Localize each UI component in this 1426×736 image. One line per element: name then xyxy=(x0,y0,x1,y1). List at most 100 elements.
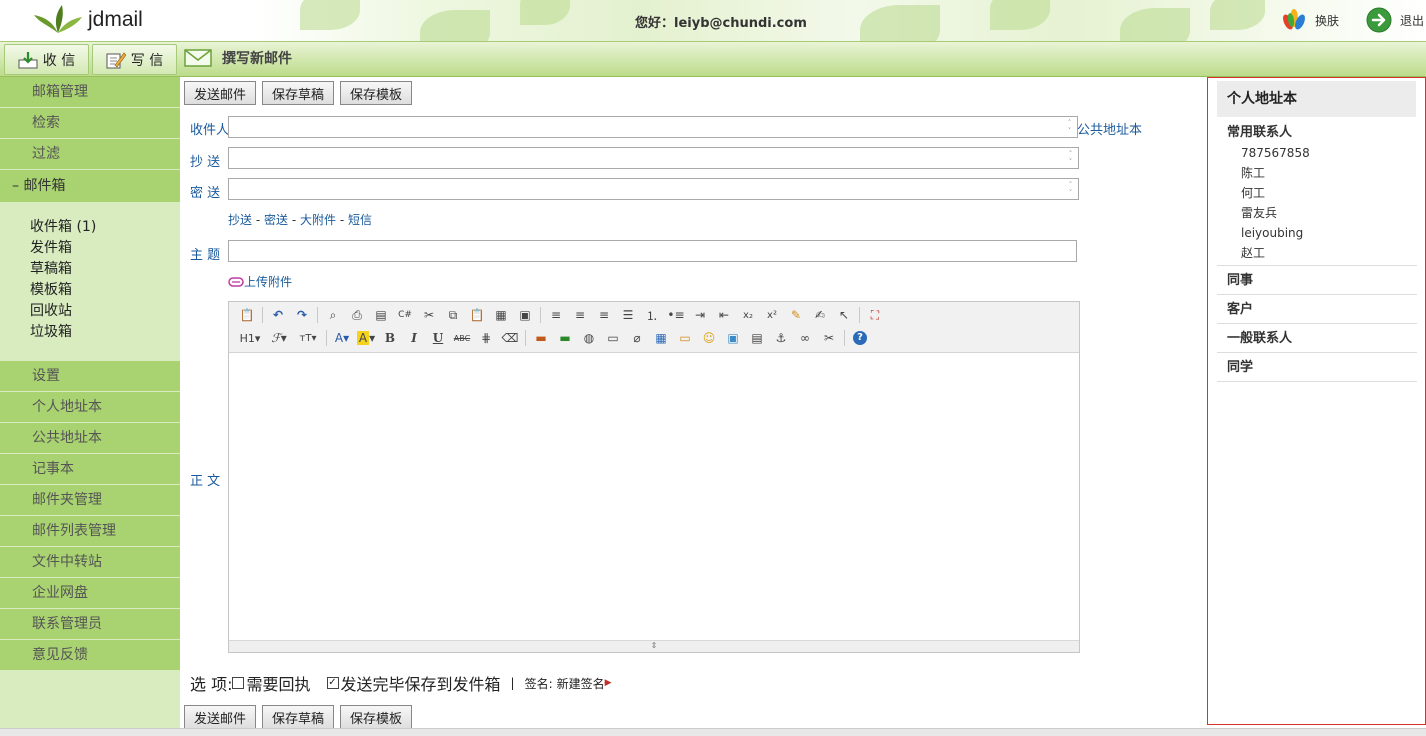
print-icon[interactable]: ⎙ xyxy=(345,305,369,325)
italic-icon[interactable]: I xyxy=(402,328,426,348)
contact-item[interactable]: 何工 xyxy=(1217,183,1417,203)
link-icon[interactable]: ∞ xyxy=(793,328,817,348)
bcc-scroll-icon[interactable]: ˄ ˅ xyxy=(1066,181,1075,197)
align-center-icon[interactable]: ≡ xyxy=(568,305,592,325)
logout-button[interactable]: 退出 xyxy=(1366,7,1424,33)
copy-icon[interactable]: ⧉ xyxy=(441,305,465,325)
sidebar-item-personal-address-book[interactable]: 个人地址本 xyxy=(0,392,180,423)
insert-image-icon[interactable]: ▬ xyxy=(529,328,553,348)
contact-item[interactable]: 赵工 xyxy=(1217,243,1417,263)
justify-icon[interactable]: ☰ xyxy=(616,305,640,325)
group-classmates[interactable]: 同学 xyxy=(1217,353,1417,382)
public-address-book-link[interactable]: 公共地址本 xyxy=(1077,119,1142,138)
font-size-icon[interactable]: тT▾ xyxy=(293,328,323,348)
sidebar-item-file-transfer[interactable]: 文件中转站 xyxy=(0,547,180,578)
add-bcc-link[interactable]: 密送 xyxy=(264,213,288,227)
sms-link[interactable]: 短信 xyxy=(348,213,372,227)
sidebar-item-settings[interactable]: 设置 xyxy=(0,361,180,392)
source-icon[interactable]: 📋 xyxy=(235,305,259,325)
sidebar-item-notepad[interactable]: 记事本 xyxy=(0,454,180,485)
group-general[interactable]: 一般联系人 xyxy=(1217,324,1417,353)
bold-icon[interactable]: B xyxy=(378,328,402,348)
contact-item[interactable]: 雷友兵 xyxy=(1217,203,1417,223)
receive-button[interactable]: 收 信 xyxy=(4,44,89,75)
to-scroll-icon[interactable]: ˄ ˅ xyxy=(1065,119,1074,135)
paste-icon[interactable]: 📋 xyxy=(465,305,489,325)
paste-text-icon[interactable]: ▦ xyxy=(489,305,513,325)
attach-icon[interactable]: ⌀ xyxy=(625,328,649,348)
undo-icon[interactable]: ↶ xyxy=(266,305,290,325)
redo-icon[interactable]: ↷ xyxy=(290,305,314,325)
contact-item[interactable]: 787567858 xyxy=(1217,143,1417,163)
sidebar-section-mailbox[interactable]: – 邮件箱 xyxy=(0,170,180,203)
heading-icon[interactable]: H1▾ xyxy=(235,328,265,348)
send-button-top[interactable]: 发送邮件 xyxy=(184,81,257,105)
outdent-icon[interactable]: ⇤ xyxy=(712,305,736,325)
save-draft-button-bottom[interactable]: 保存草稿 xyxy=(262,705,335,729)
multi-image-icon[interactable]: ▬ xyxy=(553,328,577,348)
contact-item[interactable]: leiyoubing xyxy=(1217,223,1417,243)
insert-row-icon[interactable]: ▭ xyxy=(673,328,697,348)
strikethrough-icon[interactable]: ABC xyxy=(450,328,474,348)
superscript-icon[interactable]: x² xyxy=(760,305,784,325)
help-icon[interactable]: ? xyxy=(848,328,872,348)
subject-input[interactable] xyxy=(228,240,1077,262)
font-color-icon[interactable]: A▾ xyxy=(330,328,354,348)
bcc-input[interactable]: ˄ ˅ xyxy=(228,178,1079,200)
clear-format-icon[interactable]: ✎ xyxy=(784,305,808,325)
skin-button[interactable]: 换肤 xyxy=(1281,8,1339,32)
eraser-icon[interactable]: ⌫ xyxy=(498,328,522,348)
to-input[interactable]: ˄ ˅ xyxy=(228,116,1078,138)
ordered-list-icon[interactable]: ⒈ xyxy=(640,305,664,325)
sidebar-item-search[interactable]: 检索 xyxy=(0,108,180,139)
flash-icon[interactable]: ◍ xyxy=(577,328,601,348)
editor-content-area[interactable] xyxy=(229,353,1079,641)
fullscreen-icon[interactable]: ⛶ xyxy=(863,305,887,325)
sidebar-item-public-address-book[interactable]: 公共地址本 xyxy=(0,423,180,454)
save-template-button-top[interactable]: 保存模板 xyxy=(340,81,413,105)
save-template-button-bottom[interactable]: 保存模板 xyxy=(340,705,413,729)
receipt-checkbox[interactable] xyxy=(232,677,245,689)
group-colleagues[interactable]: 同事 xyxy=(1217,266,1417,295)
template-icon[interactable]: ▤ xyxy=(369,305,393,325)
large-attachment-link[interactable]: 大附件 xyxy=(300,213,336,227)
write-button[interactable]: 写 信 xyxy=(92,44,177,75)
highlight-icon[interactable]: A ▾ xyxy=(354,328,378,348)
emoticon-icon[interactable]: ☺ xyxy=(697,328,721,348)
media-icon[interactable]: ▭ xyxy=(601,328,625,348)
cc-scroll-icon[interactable]: ˄ ˅ xyxy=(1066,150,1075,166)
subscript-icon[interactable]: x₂ xyxy=(736,305,760,325)
sidebar-item-mailing-list[interactable]: 邮件列表管理 xyxy=(0,516,180,547)
upload-attachment-link[interactable]: 上传附件 xyxy=(228,273,292,290)
save-sent-checkbox[interactable]: ✓ xyxy=(326,677,339,689)
sidebar-item-feedback[interactable]: 意见反馈 xyxy=(0,640,180,671)
select-all-icon[interactable]: ✍ xyxy=(808,305,832,325)
contact-item[interactable]: 陈工 xyxy=(1217,163,1417,183)
unlink-icon[interactable]: ✂ xyxy=(817,328,841,348)
anchor-icon[interactable]: ⚓ xyxy=(769,328,793,348)
cut-icon[interactable]: ✂ xyxy=(417,305,441,325)
sidebar-item-filter[interactable]: 过滤 xyxy=(0,139,180,170)
folder-spam[interactable]: 垃圾箱 xyxy=(30,322,180,343)
group-customers[interactable]: 客户 xyxy=(1217,295,1417,324)
indent-icon[interactable]: ⇥ xyxy=(688,305,712,325)
sidebar-item-contact-admin[interactable]: 联系管理员 xyxy=(0,609,180,640)
folder-inbox[interactable]: 收件箱 (1) xyxy=(30,217,180,238)
folder-trash[interactable]: 回收站 xyxy=(30,301,180,322)
font-family-icon[interactable]: ℱ▾ xyxy=(265,328,293,348)
paste-word-icon[interactable]: ▣ xyxy=(513,305,537,325)
page-break-icon[interactable]: ▤ xyxy=(745,328,769,348)
sidebar-item-mailbox-manage[interactable]: 邮箱管理 xyxy=(0,77,180,108)
send-button-bottom[interactable]: 发送邮件 xyxy=(184,705,257,729)
folder-templates[interactable]: 模板箱 xyxy=(30,280,180,301)
signature-arrow-icon[interactable]: ▶ xyxy=(605,678,612,688)
unordered-list-icon[interactable]: •≡ xyxy=(664,305,688,325)
align-left-icon[interactable]: ≡ xyxy=(544,305,568,325)
align-right-icon[interactable]: ≡ xyxy=(592,305,616,325)
folder-outbox[interactable]: 发件箱 xyxy=(30,238,180,259)
folder-drafts[interactable]: 草稿箱 xyxy=(30,259,180,280)
cc-input[interactable]: ˄ ˅ xyxy=(228,147,1079,169)
underline-icon[interactable]: U xyxy=(426,328,450,348)
editor-resize-handle[interactable]: ⇕ xyxy=(229,640,1079,652)
code-icon[interactable]: C# xyxy=(393,305,417,325)
